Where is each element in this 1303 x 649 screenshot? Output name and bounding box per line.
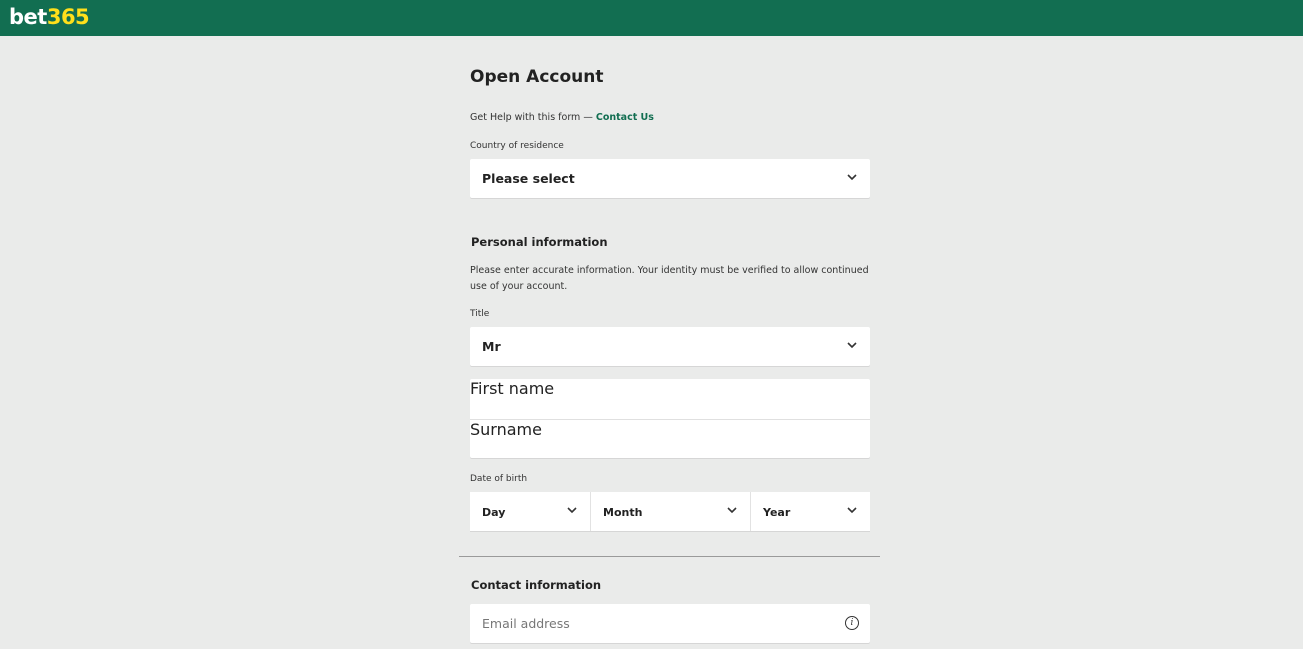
bet365-logo[interactable]: bet365 <box>9 4 90 30</box>
info-icon[interactable]: i <box>845 616 859 630</box>
country-label: Country of residence <box>470 141 564 151</box>
name-fields: First name Surname <box>470 379 870 458</box>
title-label: Title <box>470 309 490 319</box>
country-select-value: Please select <box>482 171 575 186</box>
dob-day-value: Day <box>482 506 506 519</box>
email-input[interactable]: Email address i <box>470 604 870 643</box>
dob-year-value: Year <box>763 506 791 519</box>
help-text: Get Help with this form — Contact Us <box>470 112 654 123</box>
personal-info-description: Please enter accurate information. Your … <box>470 265 869 292</box>
dob-month-value: Month <box>603 506 643 519</box>
dob-year-select[interactable]: Year <box>750 492 870 531</box>
date-of-birth-group: Day Month Year <box>470 492 870 531</box>
country-select[interactable]: Please select <box>470 159 870 198</box>
email-placeholder: Email address <box>482 616 570 631</box>
chevron-down-icon <box>847 507 857 514</box>
personal-info-heading: Personal information <box>471 235 608 249</box>
surname-placeholder: Surname <box>470 419 542 439</box>
dob-label: Date of birth <box>470 474 528 484</box>
surname-input[interactable]: Surname <box>470 418 870 459</box>
dob-month-select[interactable]: Month <box>590 492 750 531</box>
top-bar: bet365 <box>0 0 1303 36</box>
title-select-value: Mr <box>482 339 501 354</box>
contact-us-link[interactable]: Contact Us <box>596 112 654 123</box>
chevron-down-icon <box>847 342 857 349</box>
title-select[interactable]: Mr <box>470 327 870 366</box>
chevron-down-icon <box>847 174 857 181</box>
chevron-down-icon <box>567 507 577 514</box>
section-divider <box>459 556 880 557</box>
logo-text-365: 365 <box>46 5 90 29</box>
help-label: Get Help with this form — <box>470 112 596 123</box>
page-title: Open Account <box>470 67 604 87</box>
dob-day-select[interactable]: Day <box>470 492 590 531</box>
chevron-down-icon <box>727 507 737 514</box>
contact-info-heading: Contact information <box>471 578 602 592</box>
first-name-placeholder: First name <box>470 379 555 398</box>
logo-text-bet: bet <box>9 5 47 29</box>
first-name-input[interactable]: First name <box>470 379 870 419</box>
